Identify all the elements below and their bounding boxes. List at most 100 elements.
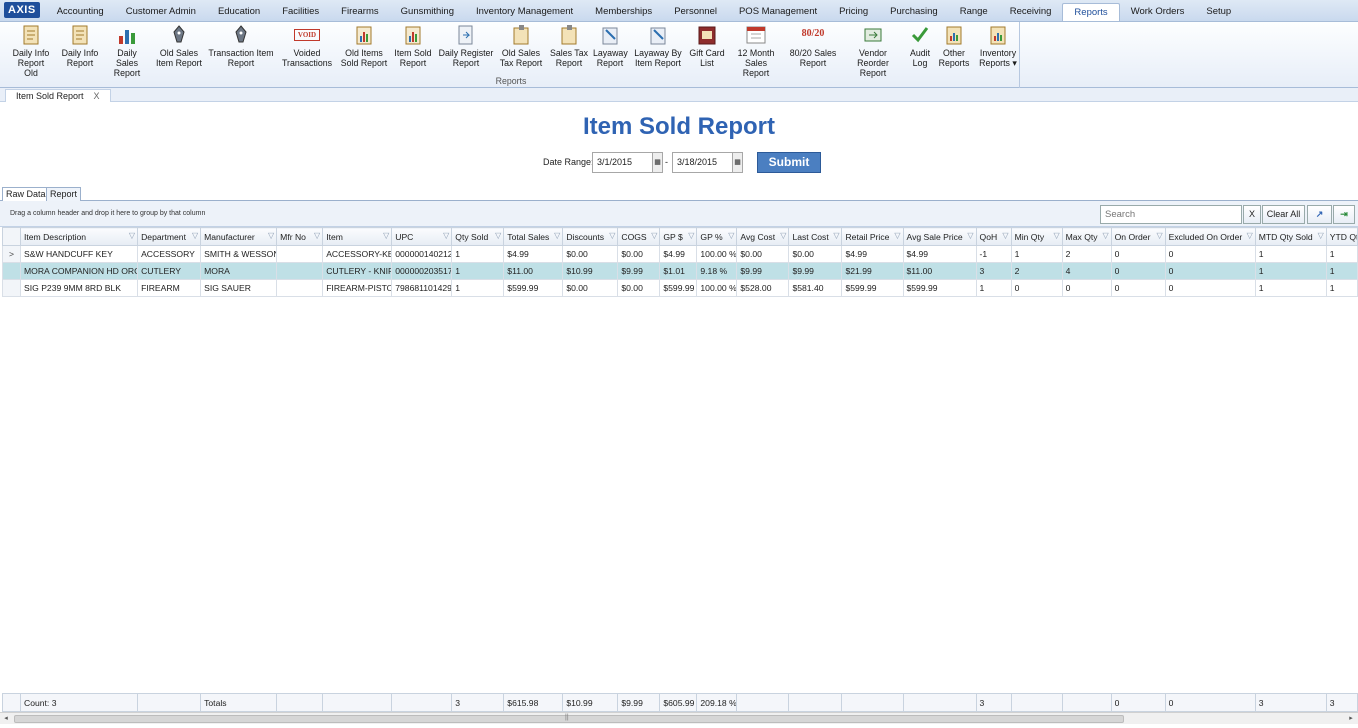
date-to-input[interactable]: 3/18/2015: [672, 152, 734, 173]
column-header-excluded-on-order[interactable]: Excluded On Order ▽: [1164, 227, 1256, 246]
column-header-on-order[interactable]: On Order ▽: [1110, 227, 1166, 246]
scroll-right-icon[interactable]: ▸: [1345, 713, 1357, 725]
filter-icon[interactable]: ▽: [688, 231, 694, 240]
menu-tab-education[interactable]: Education: [207, 3, 271, 21]
row-indicator[interactable]: >: [2, 245, 21, 263]
filter-icon[interactable]: ▽: [1247, 231, 1253, 240]
ribbon-button-item-sold-report[interactable]: Item Sold Report: [394, 24, 432, 68]
ribbon-button-80-20-sales-report[interactable]: 80/20 80/20 Sales Report: [789, 24, 837, 68]
scroll-thumb[interactable]: ||: [14, 714, 1124, 723]
column-header-avg-sale-price[interactable]: Avg Sale Price ▽: [902, 227, 977, 246]
column-header-ytd-qty[interactable]: YTD Qty: [1325, 227, 1358, 246]
ribbon-button-old-items-sold-report[interactable]: Old Items Sold Report: [340, 24, 388, 68]
clear-search-button[interactable]: X: [1243, 205, 1261, 224]
filter-icon[interactable]: ▽: [1002, 231, 1008, 240]
column-header-manufacturer[interactable]: Manufacturer ▽: [200, 227, 278, 246]
menu-tab-firearms[interactable]: Firearms: [330, 3, 389, 21]
menu-tab-range[interactable]: Range: [949, 3, 999, 21]
horizontal-scrollbar[interactable]: ◂ || ▸: [0, 712, 1358, 724]
table-row[interactable]: MORA COMPANION HD ORG CUTLERY MORA CUTLERY …: [2, 262, 1358, 280]
scroll-left-icon[interactable]: ◂: [0, 713, 12, 725]
menu-tab-gunsmithing[interactable]: Gunsmithing: [390, 3, 465, 21]
ribbon-button-sales-tax-report[interactable]: Sales Tax Report: [550, 24, 588, 68]
row-indicator[interactable]: [2, 279, 21, 297]
menu-tab-memberships[interactable]: Memberships: [584, 3, 663, 21]
menu-tab-personnel[interactable]: Personnel: [663, 3, 728, 21]
column-header-discounts[interactable]: Discounts ▽: [562, 227, 619, 246]
filter-icon[interactable]: ▽: [833, 231, 839, 240]
date-from-calendar-icon[interactable]: ▦: [652, 152, 663, 173]
filter-icon[interactable]: ▽: [728, 231, 734, 240]
column-header-mfr-no[interactable]: Mfr No ▽: [276, 227, 324, 246]
column-header-qoh[interactable]: QoH ▽: [975, 227, 1012, 246]
column-header-total-sales[interactable]: Total Sales ▽: [503, 227, 564, 246]
filter-icon[interactable]: ▽: [609, 231, 615, 240]
column-header-department[interactable]: Department ▽: [137, 227, 202, 246]
menu-tab-pos-management[interactable]: POS Management: [728, 3, 828, 21]
menu-tab-inventory-management[interactable]: Inventory Management: [465, 3, 584, 21]
menu-tab-accounting[interactable]: Accounting: [46, 3, 115, 21]
menu-tab-receiving[interactable]: Receiving: [999, 3, 1063, 21]
menu-tab-purchasing[interactable]: Purchasing: [879, 3, 949, 21]
column-header-avg-cost[interactable]: Avg Cost ▽: [736, 227, 790, 246]
ribbon-button-daily-info-report[interactable]: Daily Info Report: [60, 24, 100, 68]
table-row[interactable]: > S&W HANDCUFF KEY ACCESSORY SMITH & WESSON…: [2, 245, 1358, 263]
column-header-cogs[interactable]: COGS ▽: [617, 227, 661, 246]
column-header-gp-[interactable]: GP % ▽: [696, 227, 738, 246]
date-to-calendar-icon[interactable]: ▦: [732, 152, 743, 173]
filter-icon[interactable]: ▽: [129, 231, 135, 240]
tab-close-icon[interactable]: X: [94, 91, 100, 101]
tab-report[interactable]: Report: [46, 187, 82, 201]
group-by-panel[interactable]: Drag a column header and drop it here to…: [0, 201, 1358, 227]
ribbon-button-layaway-by-item-report[interactable]: Layaway By Item Report: [634, 24, 682, 68]
tab-item-sold-report[interactable]: Item Sold Report X: [5, 89, 111, 102]
column-header-qty-sold[interactable]: Qty Sold ▽: [451, 227, 505, 246]
filter-icon[interactable]: ▽: [192, 231, 198, 240]
filter-icon[interactable]: ▽: [894, 231, 900, 240]
column-header-item[interactable]: Item ▽: [322, 227, 393, 246]
menu-tab-setup[interactable]: Setup: [1195, 3, 1242, 21]
filter-icon[interactable]: ▽: [1053, 231, 1059, 240]
column-header-min-qty[interactable]: Min Qty ▽: [1010, 227, 1063, 246]
row-indicator[interactable]: [2, 262, 21, 280]
column-header-gp-[interactable]: GP $ ▽: [659, 227, 698, 246]
table-row[interactable]: SIG P239 9MM 8RD BLK FIREARM SIG SAUER FIRE…: [2, 279, 1358, 297]
ribbon-button-other-reports[interactable]: Other Reports: [938, 24, 970, 68]
filter-icon[interactable]: ▽: [1318, 231, 1324, 240]
ribbon-button-transaction-item-report[interactable]: Transaction Item Report: [207, 24, 275, 68]
column-header-last-cost[interactable]: Last Cost ▽: [788, 227, 843, 246]
export-icon[interactable]: ⇥: [1333, 205, 1355, 224]
filter-icon[interactable]: ▽: [1102, 231, 1108, 240]
search-input[interactable]: [1100, 205, 1242, 224]
menu-tab-customer-admin[interactable]: Customer Admin: [115, 3, 207, 21]
ribbon-button-audit-log[interactable]: Audit Log: [908, 24, 932, 68]
filter-icon[interactable]: ▽: [314, 231, 320, 240]
filter-icon[interactable]: ▽: [780, 231, 786, 240]
ribbon-button-layaway-report[interactable]: Layaway Report: [593, 24, 628, 68]
tab-raw-data[interactable]: Raw Data: [2, 187, 50, 202]
filter-icon[interactable]: ▽: [651, 231, 657, 240]
ribbon-button-daily-info-report-old[interactable]: Daily Info Report Old: [10, 24, 52, 78]
menu-tab-reports[interactable]: Reports: [1062, 3, 1120, 21]
menu-tab-work-orders[interactable]: Work Orders: [1120, 3, 1196, 21]
submit-button[interactable]: Submit: [757, 152, 821, 173]
ribbon-button-12-month-sales-report[interactable]: 12 Month Sales Report: [731, 24, 781, 78]
menu-tab-pricing[interactable]: Pricing: [828, 3, 879, 21]
ribbon-button-old-sales-tax-report[interactable]: Old Sales Tax Report: [499, 24, 543, 68]
date-from-input[interactable]: 3/1/2015: [592, 152, 654, 173]
column-header-retail-price[interactable]: Retail Price ▽: [841, 227, 904, 246]
ribbon-button-daily-sales-report[interactable]: Daily Sales Report: [106, 24, 148, 78]
filter-icon[interactable]: ▽: [268, 231, 274, 240]
clear-all-button[interactable]: Clear All: [1262, 205, 1305, 224]
column-header-upc[interactable]: UPC ▽: [391, 227, 453, 246]
ribbon-button-vendor-reorder-report[interactable]: Vendor Reorder Report: [842, 24, 904, 78]
ribbon-button-gift-card-list[interactable]: Gift Card List: [688, 24, 726, 68]
ribbon-button-inventory-reports[interactable]: Inventory Reports ▾: [978, 24, 1018, 68]
filter-icon[interactable]: ▽: [383, 231, 389, 240]
column-header-mtd-qty-sold[interactable]: MTD Qty Sold ▽: [1254, 227, 1327, 246]
ribbon-button-old-sales-item-report[interactable]: Old Sales Item Report: [154, 24, 204, 68]
pin-icon[interactable]: ↗: [1307, 205, 1332, 224]
filter-icon[interactable]: ▽: [967, 231, 973, 240]
column-header-item-description[interactable]: Item Description ▽: [19, 227, 139, 246]
column-header-max-qty[interactable]: Max Qty ▽: [1061, 227, 1112, 246]
